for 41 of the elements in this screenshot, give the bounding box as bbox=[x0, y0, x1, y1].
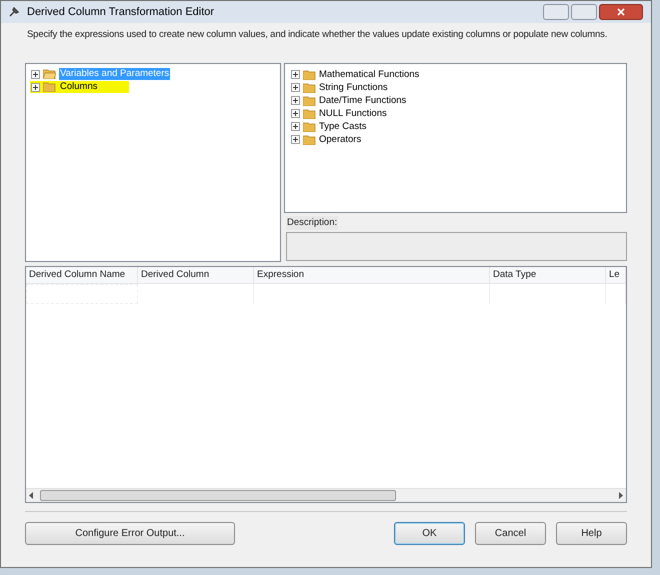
tree-item[interactable]: String Functions bbox=[318, 81, 388, 94]
focused-cell[interactable] bbox=[26, 284, 138, 304]
dialog-button[interactable]: Help bbox=[556, 522, 627, 545]
column-header[interactable]: Data Type bbox=[490, 267, 606, 283]
dialog-button[interactable]: Cancel bbox=[475, 522, 546, 545]
column-header[interactable]: Expression bbox=[254, 267, 490, 283]
tree-item[interactable]: Date/Time Functions bbox=[318, 94, 406, 107]
folder-icon bbox=[302, 108, 316, 118]
instructions-text: Specify the expressions used to create new column values, and indicate whether the values update existing columns or populate new columns. bbox=[27, 29, 608, 41]
window-title: Derived Column Transformation Editor bbox=[27, 4, 214, 20]
tree-item[interactable]: NULL Functions bbox=[318, 107, 387, 120]
folder-icon bbox=[302, 82, 316, 92]
expand-icon[interactable] bbox=[290, 70, 300, 79]
horizontal-scrollbar[interactable] bbox=[26, 488, 626, 502]
scroll-right-icon[interactable] bbox=[618, 492, 624, 499]
dialog-button[interactable]: OK bbox=[394, 522, 465, 545]
tree-item[interactable]: Mathematical Functions bbox=[318, 68, 420, 81]
folder-icon bbox=[302, 134, 316, 144]
expand-icon[interactable] bbox=[290, 135, 300, 144]
configure-error-output-button[interactable]: Configure Error Output... bbox=[25, 522, 235, 545]
folder-icon bbox=[302, 96, 316, 106]
tool-icon bbox=[9, 7, 19, 17]
expand-icon[interactable] bbox=[31, 82, 40, 92]
scrollbar-thumb[interactable] bbox=[40, 490, 396, 501]
tree-item[interactable]: Type Casts bbox=[318, 120, 367, 133]
close-icon bbox=[617, 8, 625, 16]
close-button[interactable] bbox=[599, 4, 643, 20]
expand-icon[interactable] bbox=[290, 83, 300, 92]
tree-item[interactable]: Operators bbox=[318, 133, 362, 146]
tree-item[interactable]: Columns bbox=[59, 81, 98, 93]
column-header[interactable]: Le bbox=[606, 267, 626, 283]
expand-icon[interactable] bbox=[31, 70, 40, 78]
description-label: Description: bbox=[286, 216, 338, 230]
expand-icon[interactable] bbox=[290, 122, 300, 131]
expand-icon[interactable] bbox=[290, 96, 300, 105]
scroll-left-icon[interactable] bbox=[28, 492, 34, 499]
folder-icon bbox=[302, 122, 316, 132]
expand-icon[interactable] bbox=[290, 109, 300, 118]
folder-icon bbox=[302, 70, 316, 80]
column-header[interactable]: Derived Column Name bbox=[26, 267, 138, 283]
column-header[interactable]: Derived Column bbox=[138, 267, 254, 283]
